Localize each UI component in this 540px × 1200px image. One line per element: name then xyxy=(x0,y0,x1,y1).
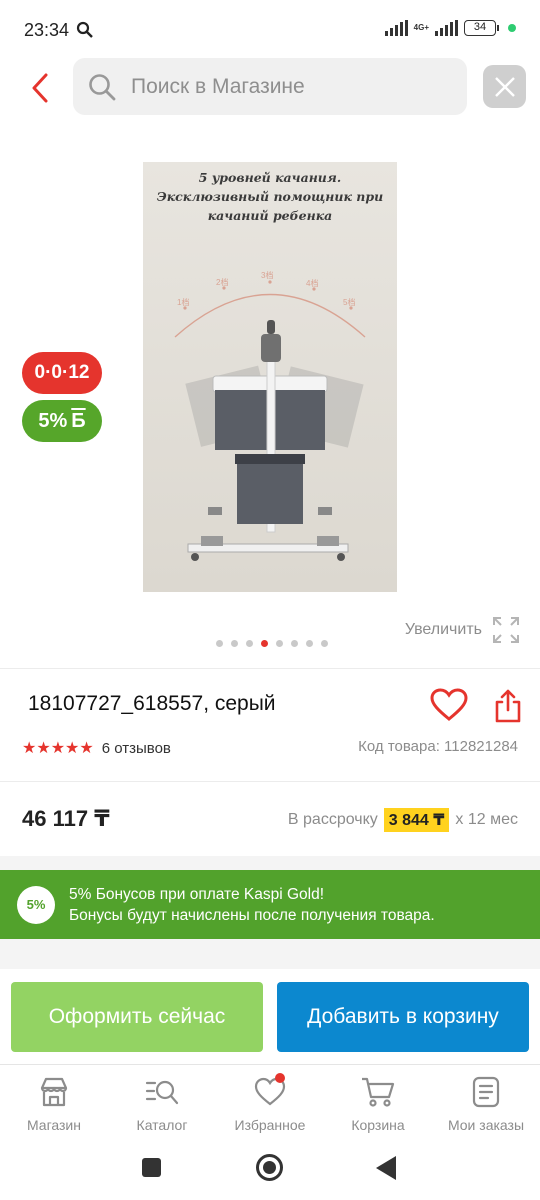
bottom-nav: Магазин Каталог Избранное Корзина Мои за… xyxy=(0,1064,540,1144)
recent-apps-button[interactable] xyxy=(142,1158,161,1177)
price: 46 117 ₸ xyxy=(22,806,110,831)
gallery-dot[interactable] xyxy=(216,640,223,647)
rating[interactable]: ★★★★★ 6 отзывов xyxy=(22,738,171,758)
favorite-button[interactable] xyxy=(430,688,468,727)
bonus-percent-icon: 5% xyxy=(17,885,55,924)
gallery-dot[interactable] xyxy=(261,640,268,647)
chevron-left-icon xyxy=(32,73,48,103)
level-1-label: 1档 xyxy=(177,297,189,307)
crib-illustration: 1档 2档 3档 4档 5档 xyxy=(174,270,366,561)
nav-item-shop[interactable]: Магазин xyxy=(0,1065,108,1144)
nav-label: Магазин xyxy=(26,1117,81,1133)
bonus-currency-icon: Б xyxy=(71,409,86,432)
nav-label: Мои заказы xyxy=(447,1117,525,1133)
bonus-badge: 5% Б xyxy=(22,400,102,442)
search-placeholder: Поиск в Магазине xyxy=(131,74,305,98)
privacy-indicator-dot xyxy=(508,24,516,32)
divider xyxy=(0,781,540,782)
search-input[interactable]: Поиск в Магазине xyxy=(73,58,467,115)
clear-search-button[interactable] xyxy=(483,65,526,108)
cart-icon xyxy=(361,1075,395,1109)
orders-icon xyxy=(469,1075,503,1109)
nav-item-orders[interactable]: Мои заказы xyxy=(432,1065,540,1144)
level-5-label: 5档 xyxy=(343,297,355,307)
bonus-text: 5% Бонусов при оплате Kaspi Gold! Бонусы… xyxy=(69,884,435,926)
home-button[interactable] xyxy=(256,1154,283,1181)
share-button[interactable] xyxy=(494,688,522,729)
gallery-dot[interactable] xyxy=(291,640,298,647)
heart-icon xyxy=(430,688,468,721)
reviews-link[interactable]: 6 отзывов xyxy=(102,740,171,757)
nav-item-favorites[interactable]: Избранное xyxy=(216,1065,324,1144)
gallery-dot[interactable] xyxy=(276,640,283,647)
section-gap xyxy=(0,856,540,870)
product-title: 18107727_618557, серый xyxy=(28,692,276,715)
divider xyxy=(0,668,540,669)
installment-badge: 0·0·12 xyxy=(22,352,102,394)
bonus-banner: 5% 5% Бонусов при оплате Kaspi Gold! Бон… xyxy=(0,870,540,939)
signal-icon xyxy=(384,20,408,36)
gallery-dot[interactable] xyxy=(246,640,253,647)
bonus-line-1: 5% Бонусов при оплате Kaspi Gold! xyxy=(69,885,325,903)
close-icon xyxy=(494,76,515,97)
top-bar: Поиск в Магазине xyxy=(0,58,540,118)
installment-suffix: x 12 мес xyxy=(455,811,518,828)
level-2-label: 2档 xyxy=(216,277,228,287)
nav-label: Избранное xyxy=(234,1117,306,1133)
bonus-badge-text: 5% xyxy=(38,409,68,432)
status-time: 23:34 xyxy=(24,20,70,40)
share-icon xyxy=(495,689,521,723)
product-image[interactable]: 5 уровней качания. Эксклюзивный помощник… xyxy=(143,162,397,592)
checkout-button[interactable]: Оформить сейчас xyxy=(11,982,263,1052)
zoom-button[interactable]: Увеличить xyxy=(405,616,520,644)
status-bar: 23:34 4G+ 34 xyxy=(0,0,540,58)
back-button[interactable] xyxy=(20,66,60,110)
product-code: Код товара: 112821284 xyxy=(358,738,518,755)
gallery-dot[interactable] xyxy=(231,640,238,647)
nav-label: Каталог xyxy=(136,1117,188,1133)
nav-label: Корзина xyxy=(351,1117,405,1133)
installment-prefix: В рассрочку xyxy=(287,811,378,828)
section-gap xyxy=(0,939,540,969)
notification-dot xyxy=(275,1073,285,1083)
nav-item-cart[interactable]: Корзина xyxy=(324,1065,432,1144)
gallery-dot[interactable] xyxy=(321,640,328,647)
level-3-label: 3档 xyxy=(261,270,273,280)
catalog-search-icon xyxy=(145,1075,179,1109)
signal-icon-2 xyxy=(435,20,458,36)
zoom-label: Увеличить xyxy=(404,621,482,638)
nav-item-catalog[interactable]: Каталог xyxy=(108,1065,216,1144)
add-to-cart-button[interactable]: Добавить в корзину xyxy=(277,982,529,1052)
search-icon xyxy=(89,73,116,100)
rating-stars-icon: ★★★★★ xyxy=(22,740,94,757)
installment-amount: 3 844 ₸ xyxy=(383,808,450,832)
search-icon xyxy=(76,21,93,38)
network-label: 4G+ xyxy=(413,23,429,32)
system-navigation xyxy=(0,1144,540,1200)
installment-info: В рассрочку 3 844 ₸ x 12 мес xyxy=(288,808,518,832)
bonus-line-2: Бонусы будут начислены после получения т… xyxy=(69,906,435,924)
level-4-label: 4档 xyxy=(306,278,318,288)
gallery-pagination xyxy=(216,640,328,647)
expand-icon xyxy=(493,617,519,643)
system-back-button[interactable] xyxy=(376,1156,396,1180)
status-indicators: 4G+ 34 xyxy=(384,20,516,36)
battery-icon: 34 xyxy=(464,20,499,36)
shop-icon xyxy=(37,1075,71,1109)
gallery-dot[interactable] xyxy=(306,640,313,647)
